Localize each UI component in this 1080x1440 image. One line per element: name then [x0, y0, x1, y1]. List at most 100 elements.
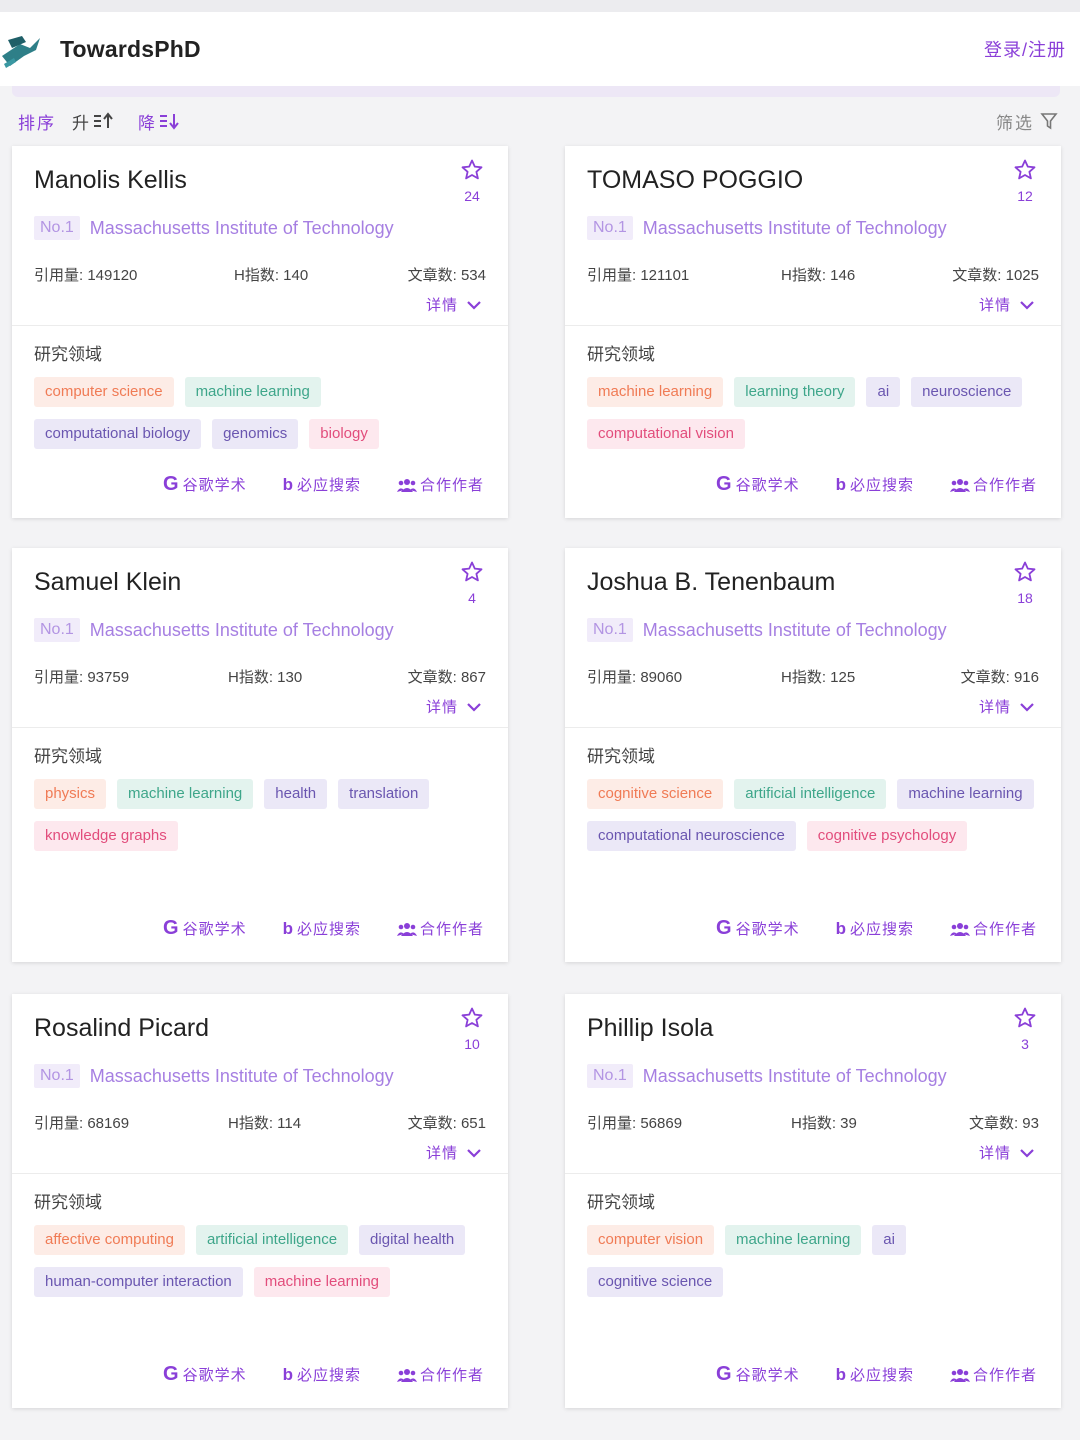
- sort-descending-button[interactable]: 降: [138, 109, 180, 134]
- coauthors-link[interactable]: 合作作者: [396, 1363, 484, 1386]
- field-chip-list: computer vision machine learning ai cogniti…: [587, 1225, 1039, 1297]
- details-toggle[interactable]: 详情: [979, 294, 1035, 315]
- field-chip[interactable]: knowledge graphs: [34, 821, 178, 851]
- field-chip[interactable]: machine learning: [117, 779, 254, 809]
- card-header: Phillip Isola 3 No.1 Massachusetts Insti…: [565, 994, 1061, 1174]
- scholar-card[interactable]: Samuel Klein 4 No.1 Massachusetts Instit…: [12, 548, 508, 962]
- scholar-name[interactable]: Manolis Kellis: [34, 166, 187, 195]
- details-toggle[interactable]: 详情: [426, 294, 482, 315]
- brand-name[interactable]: TowardsPhD: [60, 36, 201, 63]
- field-chip[interactable]: machine learning: [184, 377, 321, 407]
- favorite-button[interactable]: 24: [460, 158, 484, 204]
- institution-name[interactable]: Massachusetts Institute of Technology: [643, 620, 947, 641]
- field-chip[interactable]: artificial intelligence: [195, 1225, 349, 1255]
- google-scholar-link[interactable]: G 谷歌学术: [163, 1363, 247, 1386]
- filter-icon: [1040, 113, 1058, 130]
- filter-button[interactable]: 筛选: [996, 109, 1058, 134]
- favorite-count: 3: [1021, 1036, 1029, 1052]
- field-chip[interactable]: cognitive science: [587, 779, 724, 809]
- scholar-card[interactable]: TOMASO POGGIO 12 No.1 Massachusetts Inst…: [565, 146, 1061, 518]
- scholar-name[interactable]: Joshua B. Tenenbaum: [587, 568, 835, 597]
- research-fields: 研究领域 physics machine learning health transl…: [12, 728, 508, 851]
- coauthors-link[interactable]: 合作作者: [949, 1363, 1037, 1386]
- coauthors-label: 合作作者: [419, 921, 484, 938]
- field-chip[interactable]: affective computing: [34, 1225, 185, 1255]
- google-scholar-link[interactable]: G 谷歌学术: [163, 473, 247, 496]
- bing-search-link[interactable]: b 必应搜索: [283, 1363, 361, 1386]
- field-chip[interactable]: machine learning: [897, 779, 1034, 809]
- sort-filter-bar: 排序 升 降 筛选: [18, 104, 1058, 138]
- bing-search-label: 必应搜索: [849, 921, 914, 938]
- field-chip[interactable]: computer vision: [587, 1225, 715, 1255]
- field-chip[interactable]: neuroscience: [911, 377, 1023, 407]
- field-chip[interactable]: learning theory: [734, 377, 856, 407]
- coauthors-link[interactable]: 合作作者: [949, 473, 1037, 496]
- details-toggle[interactable]: 详情: [426, 696, 482, 717]
- details-toggle[interactable]: 详情: [426, 1142, 482, 1163]
- field-chip[interactable]: machine learning: [725, 1225, 862, 1255]
- field-chip[interactable]: computer science: [34, 377, 174, 407]
- institution-name[interactable]: Massachusetts Institute of Technology: [643, 218, 947, 239]
- field-chip[interactable]: translation: [338, 779, 430, 809]
- google-scholar-link[interactable]: G 谷歌学术: [716, 917, 800, 940]
- people-icon: [949, 1368, 970, 1382]
- scholar-card[interactable]: Joshua B. Tenenbaum 18 No.1 Massachusett…: [565, 548, 1061, 962]
- scholar-name[interactable]: Samuel Klein: [34, 568, 181, 597]
- google-scholar-link[interactable]: G 谷歌学术: [716, 473, 800, 496]
- field-chip[interactable]: biology: [309, 419, 379, 449]
- coauthors-label: 合作作者: [419, 1367, 484, 1384]
- favorite-button[interactable]: 10: [460, 1006, 484, 1052]
- favorite-button[interactable]: 12: [1013, 158, 1037, 204]
- scholar-name[interactable]: Rosalind Picard: [34, 1014, 209, 1043]
- chevron-down-icon: [1020, 1148, 1034, 1158]
- stats-row: 引用量: 149120 H指数: 140 文章数: 534: [34, 264, 486, 284]
- field-chip[interactable]: digital health: [359, 1225, 466, 1255]
- field-chip[interactable]: human-computer interaction: [34, 1267, 243, 1297]
- field-chip[interactable]: computational vision: [587, 419, 745, 449]
- google-scholar-link[interactable]: G 谷歌学术: [163, 917, 247, 940]
- field-chip[interactable]: machine learning: [587, 377, 724, 407]
- institution-name[interactable]: Massachusetts Institute of Technology: [90, 620, 394, 641]
- bing-search-link[interactable]: b 必应搜索: [836, 917, 914, 940]
- bing-search-link[interactable]: b 必应搜索: [283, 473, 361, 496]
- scholar-name[interactable]: TOMASO POGGIO: [587, 166, 803, 195]
- field-chip[interactable]: genomics: [212, 419, 299, 449]
- institution-name[interactable]: Massachusetts Institute of Technology: [643, 1066, 947, 1087]
- logo-icon[interactable]: [0, 26, 46, 72]
- scholar-card[interactable]: Manolis Kellis 24 No.1 Massachusetts Ins…: [12, 146, 508, 518]
- login-register-link[interactable]: 登录/注册: [984, 36, 1066, 62]
- field-chip[interactable]: physics: [34, 779, 107, 809]
- google-scholar-link[interactable]: G 谷歌学术: [716, 1363, 800, 1386]
- field-chip[interactable]: computational neuroscience: [587, 821, 796, 851]
- field-chip[interactable]: artificial intelligence: [734, 779, 887, 809]
- institution-name[interactable]: Massachusetts Institute of Technology: [90, 218, 394, 239]
- bing-search-link[interactable]: b 必应搜索: [283, 917, 361, 940]
- sort-ascending-button[interactable]: 升: [72, 109, 114, 134]
- scholar-card[interactable]: Rosalind Picard 10 No.1 Massachusetts In…: [12, 994, 508, 1408]
- favorite-button[interactable]: 4: [460, 560, 484, 606]
- bing-search-link[interactable]: b 必应搜索: [836, 1363, 914, 1386]
- field-chip[interactable]: cognitive psychology: [806, 821, 968, 851]
- sort-descending-label: 降: [138, 113, 155, 133]
- field-chip[interactable]: computational biology: [34, 419, 202, 449]
- field-chip[interactable]: ai: [866, 377, 901, 407]
- bing-search-link[interactable]: b 必应搜索: [836, 473, 914, 496]
- coauthors-link[interactable]: 合作作者: [396, 917, 484, 940]
- field-chip[interactable]: ai: [872, 1225, 906, 1255]
- favorite-button[interactable]: 18: [1013, 560, 1037, 606]
- details-toggle[interactable]: 详情: [979, 1142, 1035, 1163]
- field-chip[interactable]: health: [264, 779, 328, 809]
- scholar-name[interactable]: Phillip Isola: [587, 1014, 713, 1043]
- paper-count: 文章数: 867: [407, 669, 486, 686]
- field-chip[interactable]: machine learning: [253, 1267, 391, 1297]
- institution-name[interactable]: Massachusetts Institute of Technology: [90, 1066, 394, 1087]
- paper-count: 文章数: 1025: [952, 267, 1039, 284]
- coauthors-link[interactable]: 合作作者: [396, 473, 484, 496]
- scholar-card[interactable]: Phillip Isola 3 No.1 Massachusetts Insti…: [565, 994, 1061, 1408]
- details-toggle[interactable]: 详情: [979, 696, 1035, 717]
- field-chip[interactable]: cognitive science: [587, 1267, 724, 1297]
- favorite-button[interactable]: 3: [1013, 1006, 1037, 1052]
- coauthors-link[interactable]: 合作作者: [949, 917, 1037, 940]
- h-index: H指数: 125: [781, 669, 856, 686]
- bing-search-label: 必应搜索: [296, 921, 361, 938]
